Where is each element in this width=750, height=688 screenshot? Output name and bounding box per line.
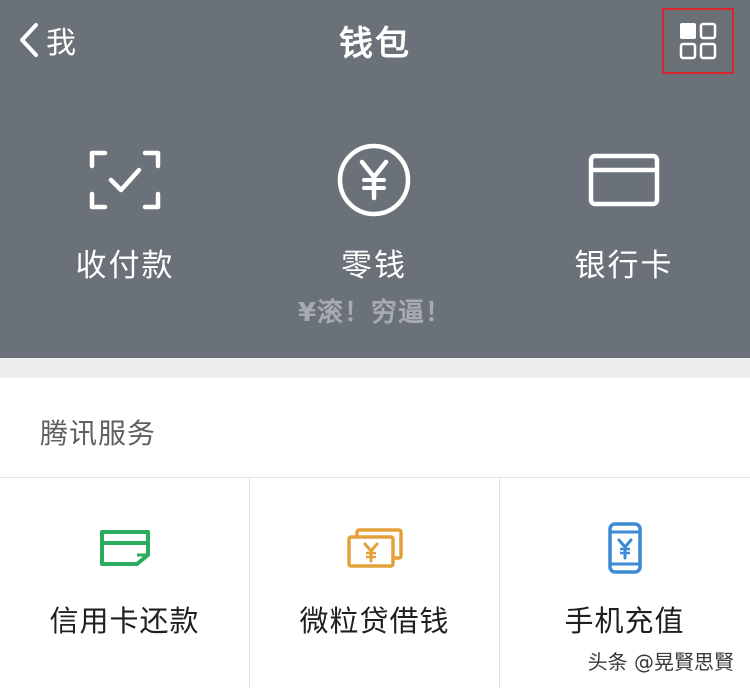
phone-topup-icon bbox=[595, 520, 655, 576]
action-change[interactable]: 零钱 bbox=[249, 140, 499, 285]
action-label: 银行卡 bbox=[574, 248, 674, 284]
section-title: 腾讯服务 bbox=[40, 417, 157, 450]
service-label: 微粒贷借钱 bbox=[299, 604, 450, 638]
scan-pay-icon bbox=[85, 140, 165, 220]
yuan-coin-icon bbox=[334, 140, 414, 220]
service-label: 手机充值 bbox=[564, 604, 685, 638]
wallet-header: 我 钱包 收付款 零钱 银行卡 ¥滚！穷逼！ bbox=[0, 0, 750, 358]
section-divider bbox=[0, 358, 750, 378]
service-label: 信用卡还款 bbox=[49, 604, 200, 638]
grid-icon bbox=[679, 22, 717, 60]
grid-menu-button[interactable] bbox=[662, 8, 734, 74]
action-label: 零钱 bbox=[341, 248, 407, 284]
page-title: 钱包 bbox=[339, 24, 411, 64]
cash-stack-icon bbox=[345, 520, 405, 576]
action-receive-pay[interactable]: 收付款 bbox=[0, 140, 250, 285]
bank-card-icon bbox=[584, 140, 664, 220]
credit-card-icon bbox=[95, 520, 155, 576]
service-credit-card-repay[interactable]: 信用卡还款 bbox=[0, 478, 249, 688]
service-micro-loan[interactable]: 微粒贷借钱 bbox=[250, 478, 499, 688]
action-bank-card[interactable]: 银行卡 bbox=[499, 140, 749, 285]
action-label: 收付款 bbox=[75, 248, 175, 284]
balance-text: ¥滚！穷逼！ bbox=[297, 298, 453, 328]
watermark: 头条 @晃賢思賢 bbox=[587, 650, 734, 674]
